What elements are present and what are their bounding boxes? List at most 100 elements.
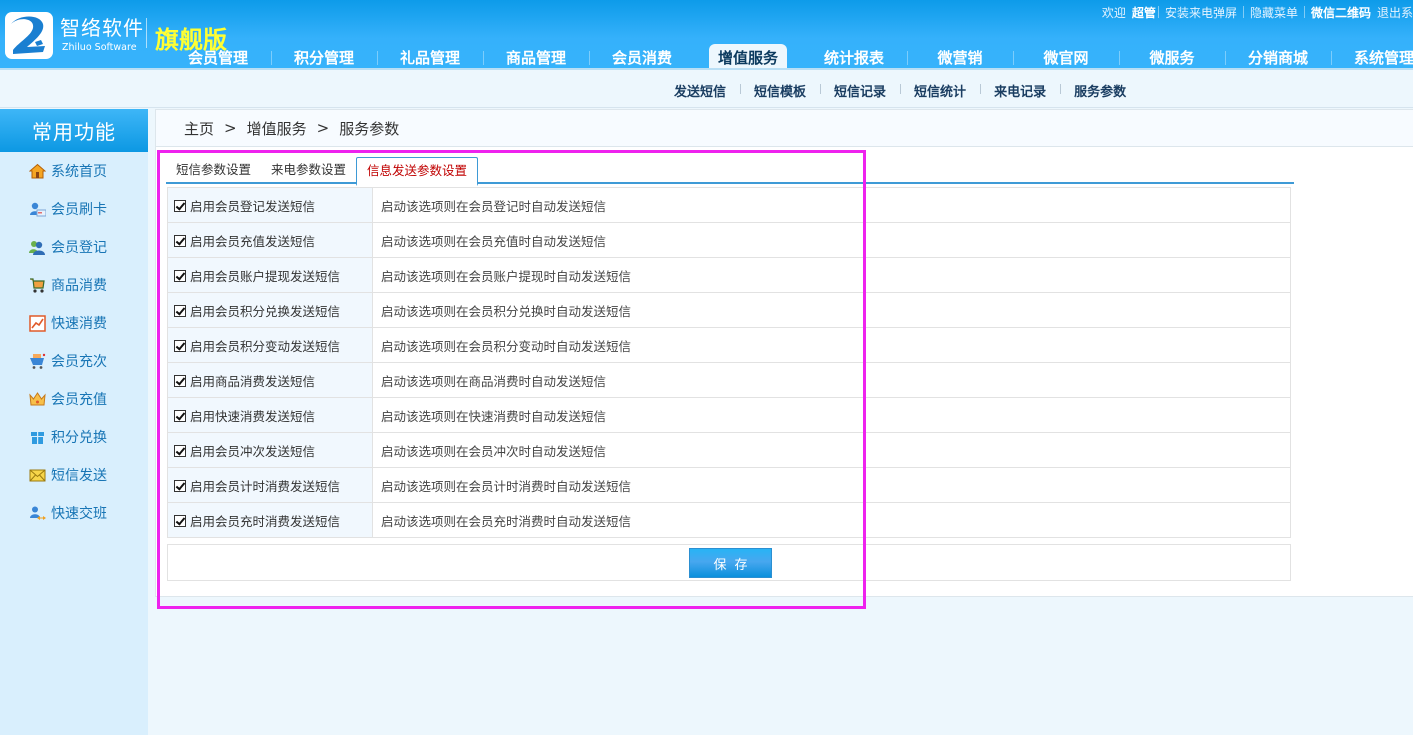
member-card-icon [29,201,46,218]
setting-checkbox[interactable] [174,234,186,247]
save-button[interactable]: 保存 [689,548,772,578]
sidebar-item-home[interactable]: 系统首页 [0,152,148,190]
sidebar-item-label: 商品消费 [51,278,107,294]
setting-label: 启用会员登记发送短信 [190,198,316,214]
sidebar-item-label: 短信发送 [51,468,107,484]
setting-label-cell: 启用会员登记发送短信 [167,187,373,223]
cart-icon [29,277,46,294]
sidebar-item-points-exchange[interactable]: 积分兑换 [0,418,148,456]
setting-label-cell: 启用商品消费发送短信 [167,362,373,398]
setting-checkbox[interactable] [174,444,186,457]
logo-icon [5,12,53,59]
nav-micro-services[interactable]: 微服务 [1119,44,1225,70]
sidebar-item-member-recharge[interactable]: 会员充值 [0,380,148,418]
sidebar-item-product-consumption[interactable]: 商品消费 [0,266,148,304]
nav-micro-website[interactable]: 微官网 [1013,44,1119,70]
sidebar-item-label: 会员刷卡 [51,202,107,218]
breadcrumb: 主页 > 增值服务 > 服务参数 [156,110,1413,147]
chart-icon [29,314,46,332]
setting-label: 启用会员充时消费发送短信 [190,513,341,529]
subnav-service-parameters[interactable]: 服务参数 [1060,81,1140,100]
setting-label: 启用会员充值发送短信 [190,233,316,249]
setting-label: 启用会员积分兑换发送短信 [190,303,341,319]
breadcrumb-separator: > [316,119,330,137]
breadcrumb-home[interactable]: 主页 [184,118,214,139]
tab-sms-parameters[interactable]: 短信参数设置 [166,157,261,184]
subnav-call-records[interactable]: 来电记录 [980,81,1060,100]
setting-label-cell: 启用会员计时消费发送短信 [167,467,373,503]
sidebar-item-member-register[interactable]: 会员登记 [0,228,148,266]
setting-checkbox[interactable] [174,514,186,527]
sidebar-item-send-sms[interactable]: 短信发送 [0,456,148,494]
current-user[interactable]: 超管 [1132,4,1158,21]
gift-icon [29,429,46,446]
content-panel: 主页 > 增值服务 > 服务参数 短信参数设置 来电参数设置 信息发送参数设置 … [155,109,1413,597]
tab-message-sending-parameters[interactable]: 信息发送参数设置 [356,157,479,186]
setting-description: 启动该选项则在会员账户提现时自动发送短信 [372,257,1291,293]
subnav-sms-statistics[interactable]: 短信统计 [900,81,980,100]
nav-member-management[interactable]: 会员管理 [165,44,271,70]
subnav-sms-records[interactable]: 短信记录 [820,81,900,100]
sidebar: 常用功能 系统首页 会员刷卡 会员登记 商品消费 快速消费 会员充次 会员充值 [0,109,148,735]
logout-link[interactable]: 退出系统 [1377,4,1413,21]
setting-checkbox[interactable] [174,269,186,282]
setting-checkbox[interactable] [174,304,186,317]
setting-label: 启用会员计时消费发送短信 [190,478,341,494]
sidebar-item-quick-handover[interactable]: 快速交班 [0,494,148,532]
nav-distribution-mall[interactable]: 分销商城 [1225,44,1331,70]
setting-description: 启动该选项则在会员冲次时自动发送短信 [372,432,1291,468]
brand-subtitle: Zhiluo Software [62,42,137,53]
nav-product-management[interactable]: 商品管理 [483,44,589,70]
nav-points-management[interactable]: 积分管理 [271,44,377,70]
nav-value-added-services[interactable]: 增值服务 [709,44,787,70]
wechat-qr-link[interactable]: 微信二维码 [1305,4,1377,21]
cart-refill-icon [29,353,46,370]
setting-label: 启用会员冲次发送短信 [190,443,316,459]
sidebar-item-label: 积分兑换 [51,430,107,446]
save-row: 保存 [167,544,1291,581]
setting-label-cell: 启用会员账户提现发送短信 [167,257,373,293]
settings-tabs: 短信参数设置 来电参数设置 信息发送参数设置 [166,157,1294,186]
setting-description: 启动该选项则在会员充值时自动发送短信 [372,222,1291,258]
nav-member-consumption[interactable]: 会员消费 [589,44,695,70]
sidebar-item-member-recharge-times[interactable]: 会员充次 [0,342,148,380]
tab-call-parameters[interactable]: 来电参数设置 [261,157,356,184]
sidebar-item-label: 会员充值 [51,392,107,408]
setting-description: 启动该选项则在会员充时消费时自动发送短信 [372,502,1291,538]
sidebar-item-label: 快速交班 [51,506,107,522]
setting-description: 启动该选项则在会员计时消费时自动发送短信 [372,467,1291,503]
setting-description: 启动该选项则在会员登记时自动发送短信 [372,187,1291,223]
crown-icon [29,391,46,408]
nav-statistics-reports[interactable]: 统计报表 [801,44,907,70]
setting-label: 启用快速消费发送短信 [190,408,316,424]
mail-icon [29,467,46,484]
breadcrumb-current: 服务参数 [339,119,400,138]
setting-checkbox[interactable] [174,479,186,492]
breadcrumb-separator: > [224,119,237,137]
setting-label: 启用会员账户提现发送短信 [190,268,341,284]
setting-label: 启用商品消费发送短信 [190,373,316,389]
setting-label-cell: 启用会员冲次发送短信 [167,432,373,468]
setting-label-cell: 启用会员积分兑换发送短信 [167,292,373,328]
subnav-send-sms[interactable]: 发送短信 [660,81,740,100]
nav-micro-marketing[interactable]: 微营销 [907,44,1013,70]
subnav-sms-templates[interactable]: 短信模板 [740,81,820,100]
install-popup-link[interactable]: 安装来电弹屏 [1159,4,1243,21]
brand-divider [146,18,147,48]
setting-checkbox[interactable] [174,374,186,387]
home-icon [29,163,46,180]
setting-label-cell: 启用会员积分变动发送短信 [167,327,373,363]
breadcrumb-value-added-services[interactable]: 增值服务 [247,118,307,139]
nav-gift-management[interactable]: 礼品管理 [377,44,483,70]
sidebar-item-label: 系统首页 [51,164,107,180]
setting-label-cell: 启用快速消费发送短信 [167,397,373,433]
sidebar-item-member-card[interactable]: 会员刷卡 [0,190,148,228]
sidebar-item-label: 快速消费 [51,316,107,332]
nav-system-management[interactable]: 系统管理 [1331,44,1413,70]
setting-label: 启用会员积分变动发送短信 [190,338,341,354]
hide-menu-link[interactable]: 隐藏菜单 [1244,4,1304,21]
sidebar-item-quick-consumption[interactable]: 快速消费 [0,304,148,342]
setting-checkbox[interactable] [174,199,186,212]
setting-checkbox[interactable] [174,339,186,352]
setting-checkbox[interactable] [174,409,186,422]
